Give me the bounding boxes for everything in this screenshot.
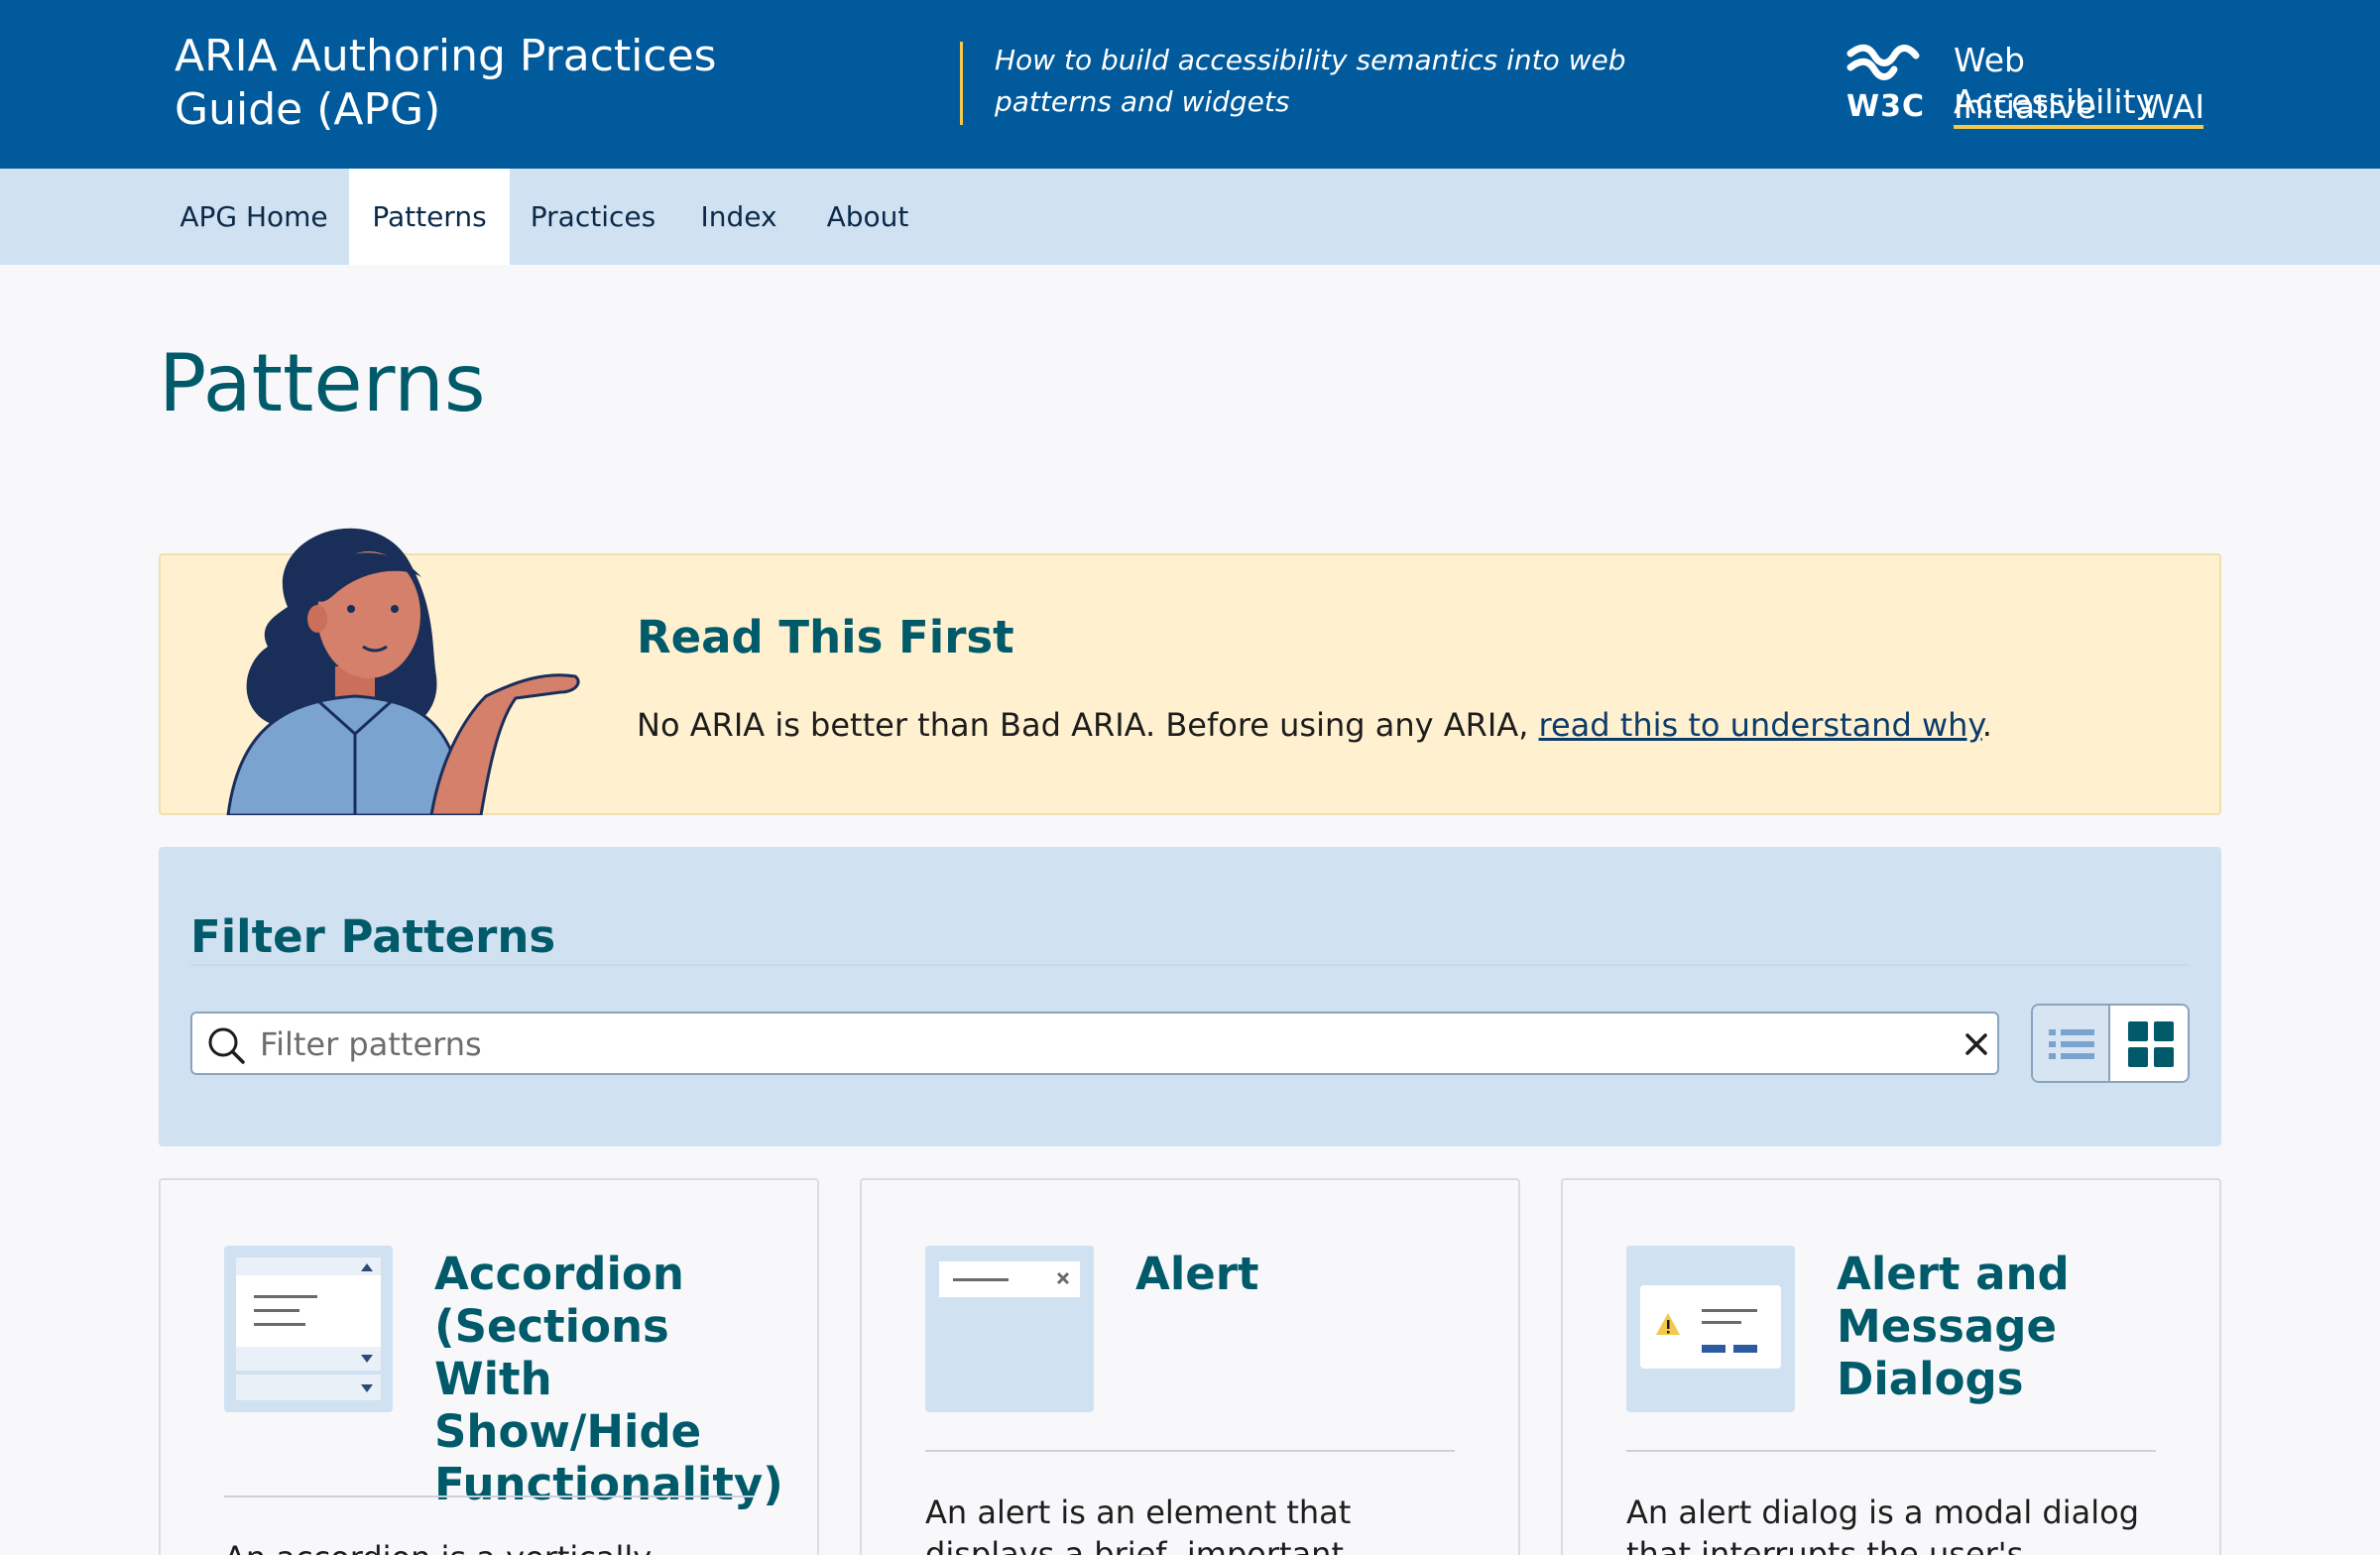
pattern-card-alert: Alert An alert is an element that displa…	[860, 1178, 1520, 1555]
card-divider	[925, 1450, 1455, 1452]
site-header: ARIA Authoring Practices Guide (APG) How…	[0, 0, 2380, 169]
read-first-link[interactable]: read this to understand why	[1539, 706, 1982, 744]
header-divider	[960, 42, 963, 125]
grid-view-button[interactable]	[2112, 1006, 2188, 1081]
card-title[interactable]: Alert	[1135, 1248, 1492, 1300]
list-view-button[interactable]	[2033, 1006, 2110, 1081]
grid-view-icon	[2128, 1021, 2174, 1067]
card-description: An alert is an element that displays a b…	[925, 1494, 1352, 1555]
w3c-label: W3C	[1846, 89, 1925, 124]
nav-item-practices[interactable]: Practices	[522, 169, 664, 265]
wai-title-line2[interactable]: Initiative	[1954, 87, 2096, 126]
nav-item-patterns[interactable]: Patterns	[349, 169, 510, 265]
filter-input[interactable]	[260, 1021, 1926, 1067]
page-title: Patterns	[159, 337, 486, 429]
list-view-icon	[2049, 1029, 2094, 1059]
pattern-card-accordion: Accordion (Sections With Show/Hide Funct…	[159, 1178, 819, 1555]
pattern-card-alert-dialogs: Alert and Message Dialogs An alert dialo…	[1561, 1178, 2221, 1555]
site-title[interactable]: ARIA Authoring Practices Guide (APG)	[175, 30, 849, 137]
read-first-heading: Read This First	[637, 611, 1014, 663]
filter-divider	[190, 964, 2190, 966]
read-first-text-before: No ARIA is better than Bad ARIA. Before …	[637, 706, 1539, 744]
filter-input-container[interactable]	[190, 1012, 1999, 1075]
card-description: An accordion is a vertically stacked	[224, 1537, 760, 1555]
card-title[interactable]: Accordion (Sections With Show/Hide Funct…	[434, 1248, 791, 1510]
nav-item-apg-home[interactable]: APG Home	[165, 169, 343, 265]
view-toggle	[2031, 1004, 2190, 1083]
wai-acronym[interactable]: WAI	[2142, 87, 2204, 126]
search-icon	[208, 1027, 245, 1064]
alert-dialog-illustration-icon	[1626, 1246, 1795, 1412]
card-divider	[224, 1495, 754, 1497]
clear-icon[interactable]	[1962, 1029, 1991, 1059]
accordion-illustration-icon	[224, 1246, 393, 1412]
nav-item-about[interactable]: About	[813, 169, 922, 265]
filter-heading: Filter Patterns	[190, 910, 556, 963]
read-first-text: No ARIA is better than Bad ARIA. Before …	[637, 706, 1992, 744]
person-pointing-illustration-icon	[226, 528, 580, 815]
site-tagline: How to build accessibility semantics int…	[995, 44, 1626, 118]
card-divider	[1626, 1450, 2156, 1452]
filter-panel	[159, 847, 2221, 1146]
card-title[interactable]: Alert and Message Dialogs	[1837, 1248, 2194, 1405]
card-description: An alert dialog is a modal dialog that i…	[1626, 1494, 2140, 1555]
nav-item-index[interactable]: Index	[688, 169, 789, 265]
read-first-text-after: .	[1981, 706, 1992, 744]
alert-illustration-icon	[925, 1246, 1094, 1412]
main-nav: APG Home Patterns Practices Index About	[0, 169, 2380, 265]
